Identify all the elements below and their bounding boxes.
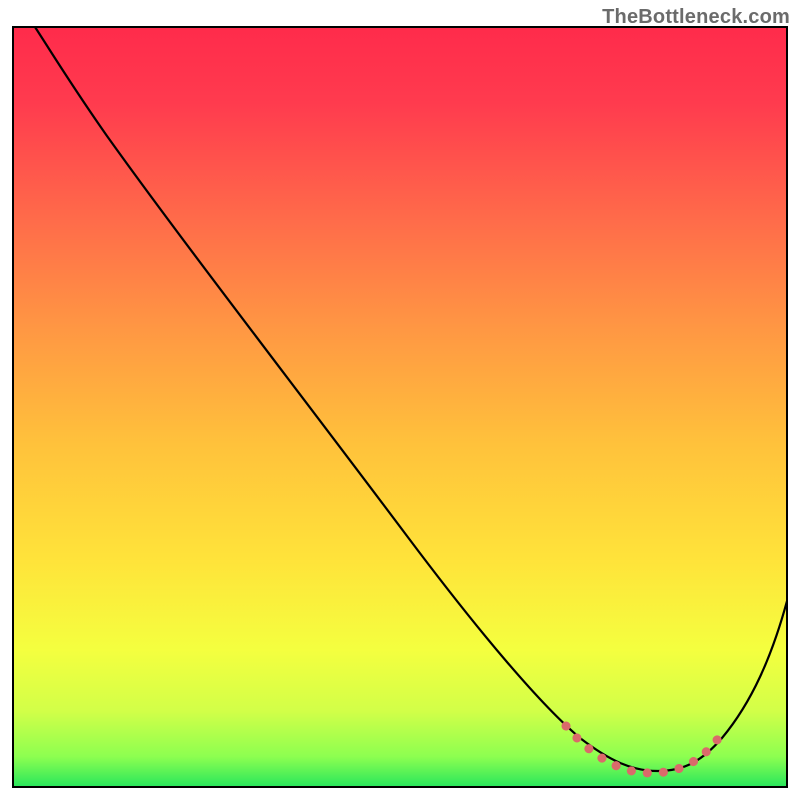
chart-container: TheBottleneck.com bbox=[0, 0, 800, 800]
plot-area bbox=[12, 26, 788, 788]
gradient-background bbox=[13, 27, 787, 787]
chart-svg bbox=[12, 26, 788, 788]
